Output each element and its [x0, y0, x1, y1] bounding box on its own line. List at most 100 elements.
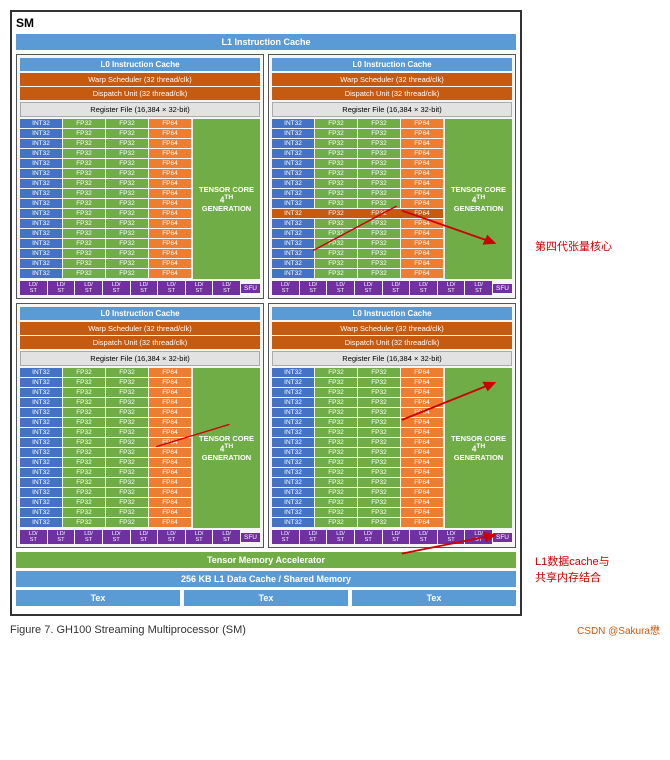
- core-row: INT32FP32FP32FP64: [272, 488, 443, 497]
- sfu-3: SFU: [241, 533, 260, 542]
- figure-wrapper: SM L1 Instruction Cache L0 Instruction C…: [10, 10, 660, 637]
- core-row: INT32FP32FP32FP64: [272, 219, 443, 228]
- page: SM L1 Instruction Cache L0 Instruction C…: [0, 0, 670, 647]
- right-annotations: 第四代张量核心 L1数据cache与 共享内存结合: [530, 10, 660, 616]
- ld-st-row-3: LD/ST LD/ST LD/ST LD/ST LD/ST LD/ST LD/S…: [20, 530, 260, 544]
- figure-caption: Figure 7. GH100 Streaming Multiprocessor…: [10, 622, 660, 637]
- core-row: INT32FP32FP32FP64: [272, 269, 443, 278]
- core-row: INT32FP32FP32FP64: [272, 448, 443, 457]
- core-row: INT32FP32FP32FP64: [272, 149, 443, 158]
- sm-grid: L0 Instruction Cache Warp Scheduler (32 …: [16, 54, 516, 548]
- core-row: INT32FP32FP32FP64: [20, 478, 191, 487]
- core-row: INT32FP32FP32FP64: [272, 458, 443, 467]
- core-row: INT32FP32FP32FP64: [272, 438, 443, 447]
- l1-data-cache: 256 KB L1 Data Cache / Shared Memory: [16, 571, 516, 587]
- register-file-3: Register File (16,384 × 32-bit): [20, 351, 260, 366]
- core-row: INT32FP32FP32FP64: [272, 508, 443, 517]
- tex-1: Tex: [16, 590, 180, 606]
- sfu-4: SFU: [493, 533, 512, 542]
- core-row: INT32FP32FP32FP64: [20, 189, 191, 198]
- core-row: INT32FP32FP32FP64: [272, 428, 443, 437]
- core-row: INT32FP32FP32FP64: [272, 398, 443, 407]
- core-row: INT32FP32FP32FP64: [272, 129, 443, 138]
- core-row: INT32FP32FP32FP64: [272, 498, 443, 507]
- sm-title: SM: [16, 16, 516, 30]
- l1-instruction-cache-top: L1 Instruction Cache: [16, 34, 516, 50]
- core-row: INT32FP32FP32FP64: [20, 259, 191, 268]
- core-row: INT32FP32FP32FP64: [20, 508, 191, 517]
- core-row: INT32FP32FP32FP64: [20, 179, 191, 188]
- core-row: INT32FP32FP32FP64: [20, 398, 191, 407]
- l0-cache-4: L0 Instruction Cache: [272, 307, 512, 320]
- cores-area-1: INT32FP32FP32FP64 INT32FP32FP32FP64 INT3…: [20, 119, 260, 279]
- core-row: INT32FP32FP32FP64: [20, 458, 191, 467]
- core-row: INT32FP32FP32FP64: [20, 438, 191, 447]
- core-row: INT32FP32FP32FP64: [272, 388, 443, 397]
- cores-left-2: INT32FP32FP32FP64 INT32FP32FP32FP64 INT3…: [272, 119, 443, 279]
- tensor-core-label-2: TENSOR CORE 4TH GENERATION: [445, 119, 512, 279]
- sub-sm-3: L0 Instruction Cache Warp Scheduler (32 …: [16, 303, 264, 548]
- annotation-l1-cache: L1数据cache与 共享内存结合: [535, 540, 610, 586]
- core-row: INT32FP32FP32FP64: [20, 219, 191, 228]
- figure-source: CSDN @Sakura懋: [577, 622, 660, 637]
- l0-cache-2: L0 Instruction Cache: [272, 58, 512, 71]
- cores-left-4: INT32FP32FP32FP64 INT32FP32FP32FP64 INT3…: [272, 368, 443, 528]
- core-row: INT32FP32FP32FP64: [20, 428, 191, 437]
- core-row: INT32FP32FP32FP64: [20, 418, 191, 427]
- core-row: INT32FP32FP32FP64: [20, 149, 191, 158]
- dispatch-unit-3: Dispatch Unit (32 thread/clk): [20, 336, 260, 349]
- sm-box: SM L1 Instruction Cache L0 Instruction C…: [10, 10, 522, 616]
- core-row: INT32FP32FP32FP64: [20, 249, 191, 258]
- core-row: INT32FP32FP32FP64: [272, 189, 443, 198]
- core-row: INT32FP32FP32FP64: [20, 159, 191, 168]
- tex-2: Tex: [184, 590, 348, 606]
- core-row: INT32FP32FP32FP64: [272, 119, 443, 128]
- core-row: INT32FP32FP32FP64: [20, 498, 191, 507]
- core-row: INT32FP32FP32FP64: [20, 119, 191, 128]
- ld-st-row-1: LD/ST LD/ST LD/ST LD/ST LD/ST LD/ST LD/S…: [20, 281, 260, 295]
- core-row: INT32FP32FP32FP64: [272, 209, 443, 218]
- core-row: INT32FP32FP32FP64: [20, 129, 191, 138]
- sfu-1: SFU: [241, 284, 260, 293]
- dispatch-unit-1: Dispatch Unit (32 thread/clk): [20, 87, 260, 100]
- core-row: INT32FP32FP32FP64: [20, 229, 191, 238]
- cores-area-4: INT32FP32FP32FP64 INT32FP32FP32FP64 INT3…: [272, 368, 512, 528]
- tensor-core-label-1: TENSOR CORE 4TH GENERATION: [193, 119, 260, 279]
- ld-st-row-4: LD/ST LD/ST LD/ST LD/ST LD/ST LD/ST LD/S…: [272, 530, 512, 544]
- core-row: INT32FP32FP32FP64: [20, 199, 191, 208]
- register-file-1: Register File (16,384 × 32-bit): [20, 102, 260, 117]
- core-row: INT32FP32FP32FP64: [20, 209, 191, 218]
- annotation-tensor-core: 第四代张量核心: [535, 240, 612, 255]
- core-row: INT32FP32FP32FP64: [272, 378, 443, 387]
- core-row: INT32FP32FP32FP64: [20, 269, 191, 278]
- cores-area-2: INT32FP32FP32FP64 INT32FP32FP32FP64 INT3…: [272, 119, 512, 279]
- ld-st-row-2: LD/ST LD/ST LD/ST LD/ST LD/ST LD/ST LD/S…: [272, 281, 512, 295]
- core-row: INT32FP32FP32FP64: [20, 488, 191, 497]
- core-row: INT32FP32FP32FP64: [272, 179, 443, 188]
- core-row: INT32FP32FP32FP64: [272, 199, 443, 208]
- tex-3: Tex: [352, 590, 516, 606]
- dispatch-unit-2: Dispatch Unit (32 thread/clk): [272, 87, 512, 100]
- core-row: INT32FP32FP32FP64: [20, 388, 191, 397]
- warp-scheduler-2: Warp Scheduler (32 thread/clk): [272, 73, 512, 86]
- l0-cache-3: L0 Instruction Cache: [20, 307, 260, 320]
- sub-sm-2: L0 Instruction Cache Warp Scheduler (32 …: [268, 54, 516, 299]
- core-row: INT32FP32FP32FP64: [20, 468, 191, 477]
- core-row: INT32FP32FP32FP64: [20, 408, 191, 417]
- l0-cache-1: L0 Instruction Cache: [20, 58, 260, 71]
- core-row: INT32FP32FP32FP64: [20, 368, 191, 377]
- core-row: INT32FP32FP32FP64: [272, 478, 443, 487]
- core-row: INT32FP32FP32FP64: [20, 378, 191, 387]
- core-row: INT32FP32FP32FP64: [20, 518, 191, 527]
- sm-diagram: SM L1 Instruction Cache L0 Instruction C…: [10, 10, 522, 616]
- register-file-2: Register File (16,384 × 32-bit): [272, 102, 512, 117]
- core-row: INT32FP32FP32FP64: [272, 249, 443, 258]
- core-row: INT32FP32FP32FP64: [20, 139, 191, 148]
- figure-caption-text: Figure 7. GH100 Streaming Multiprocessor…: [10, 624, 246, 636]
- core-row: INT32FP32FP32FP64: [272, 229, 443, 238]
- register-file-4: Register File (16,384 × 32-bit): [272, 351, 512, 366]
- cores-area-3: INT32FP32FP32FP64 INT32FP32FP32FP64 INT3…: [20, 368, 260, 528]
- dispatch-unit-4: Dispatch Unit (32 thread/clk): [272, 336, 512, 349]
- tex-row: Tex Tex Tex: [16, 590, 516, 606]
- cores-left-1: INT32FP32FP32FP64 INT32FP32FP32FP64 INT3…: [20, 119, 191, 279]
